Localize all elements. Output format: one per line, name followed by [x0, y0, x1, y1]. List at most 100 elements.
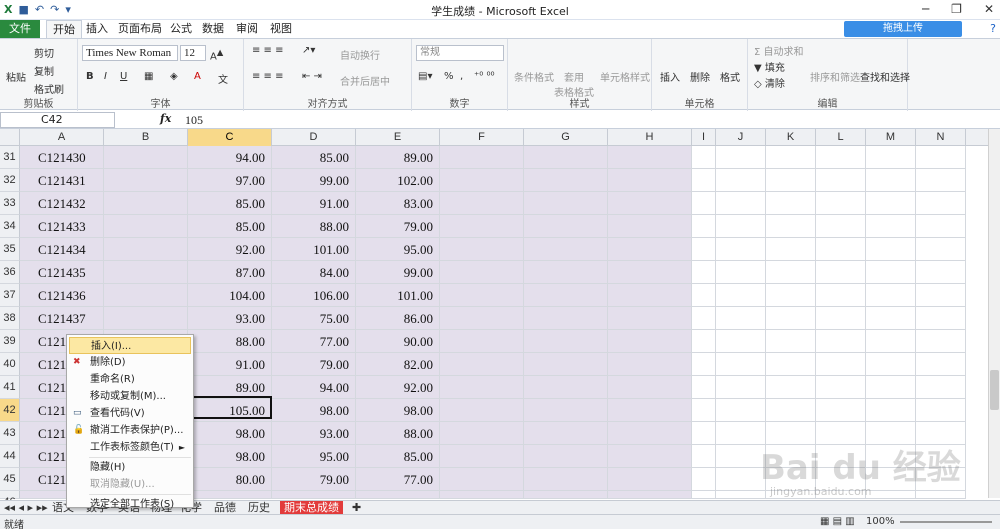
- cell-a35[interactable]: C121434: [20, 238, 104, 261]
- cell-i42[interactable]: [692, 399, 716, 422]
- zoom-slider[interactable]: [900, 521, 992, 523]
- cell-g35[interactable]: [524, 238, 608, 261]
- cell-i45[interactable]: [692, 468, 716, 491]
- cell-e33[interactable]: 83.00: [356, 192, 440, 215]
- cell-c40[interactable]: 91.00: [188, 353, 272, 376]
- fill-color-icon[interactable]: ◈: [170, 71, 178, 82]
- currency-icon[interactable]: ▤▾: [418, 71, 432, 82]
- cell-j43[interactable]: [716, 422, 766, 445]
- cell-j42[interactable]: [716, 399, 766, 422]
- copy-button[interactable]: 复制: [34, 63, 54, 78]
- cell-j37[interactable]: [716, 284, 766, 307]
- phonetic-icon[interactable]: 文: [218, 71, 228, 86]
- row-header[interactable]: 32: [0, 169, 20, 192]
- cell-l32[interactable]: [816, 169, 866, 192]
- menu-item-2[interactable]: 删除(D) ✖: [69, 354, 191, 371]
- cell-n41[interactable]: [916, 376, 966, 399]
- cell-b37[interactable]: [104, 284, 188, 307]
- column-header-i[interactable]: I: [692, 129, 716, 146]
- cell-e46[interactable]: [356, 491, 440, 499]
- autosum-button[interactable]: Σ 自动求和: [754, 43, 804, 58]
- cell-a38[interactable]: C121437: [20, 307, 104, 330]
- cell-d39[interactable]: 77.00: [272, 330, 356, 353]
- cell-g33[interactable]: [524, 192, 608, 215]
- cell-m32[interactable]: [866, 169, 916, 192]
- format-painter-button[interactable]: 格式刷: [34, 81, 64, 96]
- cell-c39[interactable]: 88.00: [188, 330, 272, 353]
- cell-e38[interactable]: 86.00: [356, 307, 440, 330]
- cell-b34[interactable]: [104, 215, 188, 238]
- row-header[interactable]: 31: [0, 146, 20, 169]
- menu-item-8[interactable]: 隐藏(H): [69, 459, 191, 476]
- row-header[interactable]: 43: [0, 422, 20, 445]
- cell-e32[interactable]: 102.00: [356, 169, 440, 192]
- cell-e35[interactable]: 95.00: [356, 238, 440, 261]
- cell-j46[interactable]: [716, 491, 766, 499]
- cell-l33[interactable]: [816, 192, 866, 215]
- name-box[interactable]: C42: [0, 112, 115, 128]
- cell-a33[interactable]: C121432: [20, 192, 104, 215]
- cell-k41[interactable]: [766, 376, 816, 399]
- cell-f35[interactable]: [440, 238, 524, 261]
- cell-n32[interactable]: [916, 169, 966, 192]
- cell-f46[interactable]: [440, 491, 524, 499]
- cell-f43[interactable]: [440, 422, 524, 445]
- cell-k32[interactable]: [766, 169, 816, 192]
- cell-f37[interactable]: [440, 284, 524, 307]
- sheet-tab-7[interactable]: 历史: [248, 501, 270, 515]
- cell-k39[interactable]: [766, 330, 816, 353]
- italic-button[interactable]: I: [104, 71, 107, 82]
- cell-g38[interactable]: [524, 307, 608, 330]
- cell-j35[interactable]: [716, 238, 766, 261]
- menu-item-5[interactable]: 查看代码(V) ▭: [69, 405, 191, 422]
- cell-l35[interactable]: [816, 238, 866, 261]
- cell-i40[interactable]: [692, 353, 716, 376]
- format-cells-button[interactable]: 格式: [720, 69, 740, 84]
- cell-j31[interactable]: [716, 146, 766, 169]
- cell-h36[interactable]: [608, 261, 692, 284]
- delete-cells-button[interactable]: 删除: [690, 69, 710, 84]
- cell-j38[interactable]: [716, 307, 766, 330]
- cell-h46[interactable]: [608, 491, 692, 499]
- cell-g40[interactable]: [524, 353, 608, 376]
- cell-b32[interactable]: [104, 169, 188, 192]
- cell-f34[interactable]: [440, 215, 524, 238]
- cell-j34[interactable]: [716, 215, 766, 238]
- row-header[interactable]: 35: [0, 238, 20, 261]
- cell-f36[interactable]: [440, 261, 524, 284]
- cell-n35[interactable]: [916, 238, 966, 261]
- bold-button[interactable]: B: [86, 71, 94, 82]
- cell-a37[interactable]: C121436: [20, 284, 104, 307]
- cell-f45[interactable]: [440, 468, 524, 491]
- row-header[interactable]: 37: [0, 284, 20, 307]
- cell-i44[interactable]: [692, 445, 716, 468]
- wrap-text-button[interactable]: 自动换行: [340, 47, 380, 62]
- tab-review[interactable]: 审阅: [230, 20, 264, 38]
- percent-icon[interactable]: %: [444, 71, 454, 82]
- cell-m36[interactable]: [866, 261, 916, 284]
- cell-m33[interactable]: [866, 192, 916, 215]
- sheet-tab-6[interactable]: 品德: [214, 501, 236, 515]
- cell-i37[interactable]: [692, 284, 716, 307]
- column-header-h[interactable]: H: [608, 129, 692, 146]
- cell-n36[interactable]: [916, 261, 966, 284]
- cell-m46[interactable]: [866, 491, 916, 499]
- cell-i34[interactable]: [692, 215, 716, 238]
- cell-n33[interactable]: [916, 192, 966, 215]
- cell-n34[interactable]: [916, 215, 966, 238]
- cell-h42[interactable]: [608, 399, 692, 422]
- cell-e41[interactable]: 92.00: [356, 376, 440, 399]
- cell-f31[interactable]: [440, 146, 524, 169]
- cell-c37[interactable]: 104.00: [188, 284, 272, 307]
- cell-c33[interactable]: 85.00: [188, 192, 272, 215]
- cell-g43[interactable]: [524, 422, 608, 445]
- cell-d42[interactable]: 98.00: [272, 399, 356, 422]
- cell-d36[interactable]: 84.00: [272, 261, 356, 284]
- align-top-icon[interactable]: ≡ ≡ ≡: [252, 45, 284, 56]
- close-button[interactable]: ✕: [984, 2, 994, 16]
- cell-f42[interactable]: [440, 399, 524, 422]
- cell-k33[interactable]: [766, 192, 816, 215]
- cell-d43[interactable]: 93.00: [272, 422, 356, 445]
- cell-i32[interactable]: [692, 169, 716, 192]
- cell-c45[interactable]: 80.00: [188, 468, 272, 491]
